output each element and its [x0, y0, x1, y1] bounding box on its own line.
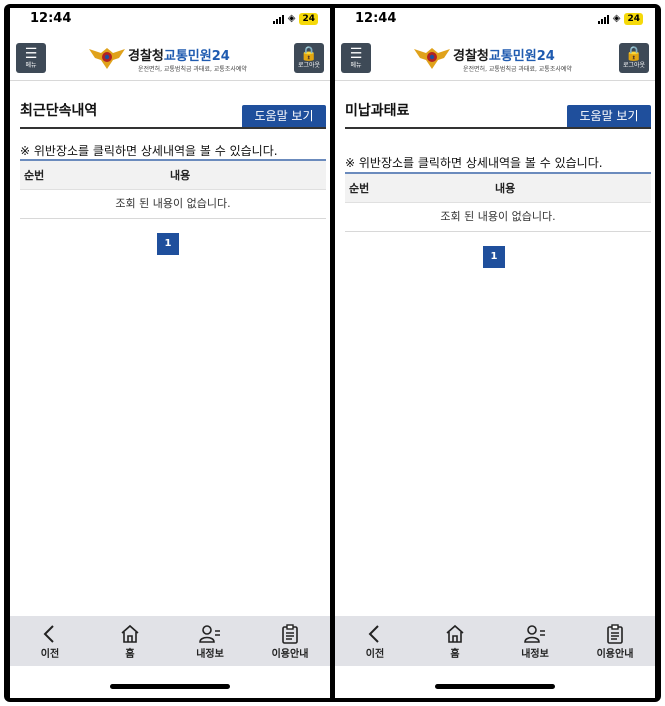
results-table: 순번 내용 조회 된 내용이 없습니다. — [345, 172, 651, 232]
page-title: 미납과태료 — [345, 103, 410, 119]
status-time: 12:44 — [30, 11, 72, 26]
nav-my-info-label: 내정보 — [521, 649, 549, 660]
lock-icon: 🔒 — [625, 46, 643, 62]
brand-title: 경찰청교통민원24 — [453, 49, 555, 64]
notice-text: ※ 위반장소를 클릭하면 상세내역을 볼 수 있습니다. — [345, 156, 603, 170]
battery-indicator: 24 — [624, 13, 643, 25]
lock-icon: 🔒 — [300, 46, 318, 62]
nav-my-info[interactable]: 내정보 — [170, 616, 250, 666]
home-icon — [121, 624, 139, 643]
brand-caption: 운전면허, 교통범칙금 과태료, 교통조사예약 — [138, 66, 247, 73]
empty-row-message: 조회 된 내용이 없습니다. — [345, 203, 651, 232]
logout-button-label: 로그아웃 — [297, 62, 321, 69]
back-arrow-icon — [368, 625, 379, 643]
brand-title: 경찰청교통민원24 — [128, 49, 230, 64]
page-number-button[interactable]: 1 — [157, 233, 179, 255]
nav-my-info[interactable]: 내정보 — [495, 616, 575, 666]
column-header-content: 내용 — [170, 169, 191, 182]
home-indicator[interactable] — [110, 684, 230, 689]
logout-button[interactable]: 🔒 로그아웃 — [619, 43, 649, 73]
police-emblem-icon — [89, 48, 125, 69]
nav-home[interactable]: 홈 — [415, 616, 495, 666]
results-table: 순번 내용 조회 된 내용이 없습니다. — [20, 159, 326, 219]
menu-button[interactable]: ☰ 메뉴 — [341, 43, 371, 73]
nav-back[interactable]: 이전 — [10, 616, 90, 666]
nav-guide[interactable]: 이용안내 — [575, 616, 655, 666]
nav-home[interactable]: 홈 — [90, 616, 170, 666]
app-header: ☰ 메뉴 경찰청교통민원24 운전면허, 교통범칙금 과태료, 교통조사예약 🔒… — [335, 38, 655, 81]
status-bar: 12:44 ◈ 24 — [335, 8, 655, 32]
column-header-number: 순번 — [24, 169, 45, 182]
brand-logo[interactable]: 경찰청교통민원24 운전면허, 교통범칙금 과태료, 교통조사예약 — [88, 43, 258, 75]
help-button[interactable]: 도움말 보기 — [567, 105, 651, 127]
user-info-icon — [199, 625, 220, 643]
user-info-icon — [524, 625, 545, 643]
signal-icon — [597, 14, 609, 24]
column-header-number: 순번 — [349, 182, 370, 195]
wifi-icon: ◈ — [612, 13, 621, 24]
status-time: 12:44 — [355, 11, 397, 26]
nav-back-label: 이전 — [365, 649, 385, 660]
hamburger-icon: ☰ — [349, 46, 363, 62]
menu-button-label: 메뉴 — [350, 62, 362, 69]
nav-guide[interactable]: 이용안내 — [250, 616, 330, 666]
status-bar: 12:44 ◈ 24 — [10, 8, 330, 32]
phone-screen-recent-enforcement: 12:44 ◈ 24 ☰ 메뉴 경찰청교통민원24 운전면허, 교통범칙금 과태… — [10, 8, 330, 698]
police-emblem-icon — [414, 48, 450, 69]
empty-row-message: 조회 된 내용이 없습니다. — [20, 190, 326, 219]
page-number-button[interactable]: 1 — [483, 246, 505, 268]
phone-screen-unpaid-fines: 12:44 ◈ 24 ☰ 메뉴 경찰청교통민원24 운전면허, 교통범칙금 과태… — [335, 8, 655, 698]
nav-my-info-label: 내정보 — [196, 649, 224, 660]
table-header: 순번 내용 — [345, 172, 651, 203]
home-icon — [446, 624, 464, 643]
logout-button[interactable]: 🔒 로그아웃 — [294, 43, 324, 73]
table-header: 순번 내용 — [20, 159, 326, 190]
nav-back[interactable]: 이전 — [335, 616, 415, 666]
menu-button[interactable]: ☰ 메뉴 — [16, 43, 46, 73]
app-header: ☰ 메뉴 경찰청교통민원24 운전면허, 교통범칙금 과태료, 교통조사예약 🔒… — [10, 38, 330, 81]
signal-icon — [272, 14, 284, 24]
title-divider — [345, 127, 651, 129]
brand-caption: 운전면허, 교통범칙금 과태료, 교통조사예약 — [463, 66, 572, 73]
help-button[interactable]: 도움말 보기 — [242, 105, 326, 127]
nav-guide-label: 이용안내 — [596, 649, 634, 660]
clipboard-icon — [607, 624, 623, 644]
battery-indicator: 24 — [299, 13, 318, 25]
nav-home-label: 홈 — [450, 649, 460, 660]
nav-guide-label: 이용안내 — [271, 649, 309, 660]
hamburger-icon: ☰ — [24, 46, 38, 62]
logout-button-label: 로그아웃 — [622, 62, 646, 69]
bottom-navigation: 이전 홈 내정보 이용안내 — [10, 616, 330, 666]
column-header-content: 내용 — [495, 182, 516, 195]
notice-text: ※ 위반장소를 클릭하면 상세내역을 볼 수 있습니다. — [20, 144, 278, 158]
brand-logo[interactable]: 경찰청교통민원24 운전면허, 교통범칙금 과태료, 교통조사예약 — [413, 43, 583, 75]
title-divider — [20, 127, 326, 129]
wifi-icon: ◈ — [287, 13, 296, 24]
nav-back-label: 이전 — [40, 649, 60, 660]
home-indicator[interactable] — [435, 684, 555, 689]
clipboard-icon — [282, 624, 298, 644]
nav-home-label: 홈 — [125, 649, 135, 660]
back-arrow-icon — [43, 625, 54, 643]
bottom-navigation: 이전 홈 내정보 이용안내 — [335, 616, 655, 666]
page-title: 최근단속내역 — [20, 103, 98, 119]
menu-button-label: 메뉴 — [25, 62, 37, 69]
